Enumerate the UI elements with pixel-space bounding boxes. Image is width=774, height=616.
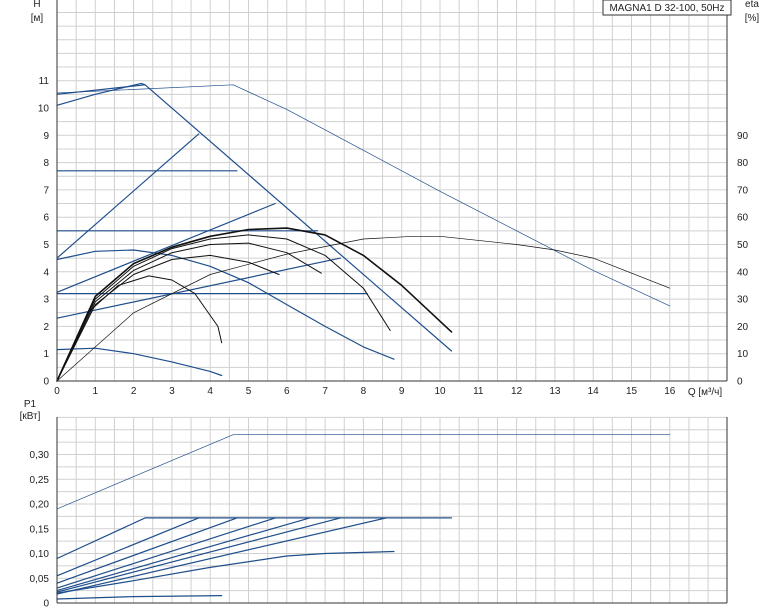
x-tick-label: 3: [169, 386, 175, 397]
y-tick-label: 5: [43, 240, 49, 251]
chart-title: MAGNA1 D 32-100, 50Hz: [609, 3, 724, 14]
x-tick-label: 13: [549, 386, 561, 397]
eta-tick-label: 30: [737, 295, 749, 306]
y-tick-label: 4: [43, 267, 49, 278]
x-tick-label: 7: [322, 386, 328, 397]
p1-tick-label: 0,05: [30, 574, 50, 585]
x-tick-label: 12: [511, 386, 523, 397]
top-y-axis-title: H: [33, 0, 40, 10]
p1-tick-label: 0,15: [30, 524, 50, 535]
top-y-axis-unit: [м]: [31, 13, 44, 24]
x-tick-label: 16: [664, 386, 676, 397]
y-tick-label: 7: [43, 185, 49, 196]
bottom-y-axis-title: P1: [24, 399, 37, 410]
p1-tick-label: 0,25: [30, 475, 50, 486]
x-tick-label: 1: [93, 386, 99, 397]
p1-tick-label: 0: [43, 599, 49, 610]
y-tick-label: 11: [39, 76, 50, 87]
bottom-y-axis-unit: [кВт]: [20, 411, 41, 422]
x-tick-label: 15: [626, 386, 638, 397]
x-tick-label: 6: [284, 386, 290, 397]
p1-tick-label: 0,30: [30, 450, 50, 461]
chart-canvas: 0 1 2 3 4 5 6 7 8 9 10 11 12 13 14 15 160123456789101101…: [0, 0, 774, 611]
y-tick-label: 10: [38, 104, 50, 115]
p1-tick-label: 0,10: [30, 549, 50, 560]
pump-performance-chart: 0 1 2 3 4 5 6 7 8 9 10 11 12 13 14 15 16 0 1 2 3 4 5 6 7 8 9 10 11 0 1…: [0, 0, 774, 611]
p1-tick-label: 0,20: [30, 500, 50, 511]
x-tick-label: 5: [246, 386, 252, 397]
eta-tick-label: 80: [737, 158, 749, 169]
eta-tick-label: 90: [737, 131, 749, 142]
x-tick-label: 14: [588, 386, 600, 397]
right-y-axis-unit: [%]: [745, 13, 760, 24]
x-tick-label: 9: [399, 386, 405, 397]
y-tick-label: 0: [43, 377, 49, 388]
y-tick-label: 6: [43, 213, 49, 224]
y-tick-label: 8: [43, 158, 49, 169]
x-tick-label: 11: [473, 386, 484, 397]
eta-tick-label: 40: [737, 267, 749, 278]
right-y-axis-title: eta: [745, 0, 759, 10]
x-tick-label: 2: [131, 386, 137, 397]
eta-tick-label: 0: [737, 377, 743, 388]
eta-tick-label: 10: [737, 349, 749, 360]
x-tick-label: 10: [434, 386, 446, 397]
eta-tick-label: 50: [737, 240, 749, 251]
x-tick-label: 8: [361, 386, 367, 397]
y-tick-label: 1: [43, 349, 49, 360]
y-tick-label: 3: [43, 295, 49, 306]
y-tick-label: 2: [43, 322, 49, 333]
x-axis-title: Q [м³/ч]: [688, 387, 723, 398]
x-tick-label: 4: [207, 386, 213, 397]
x-tick-label: 0: [54, 386, 60, 397]
eta-tick-label: 60: [737, 213, 749, 224]
y-tick-label: 9: [43, 131, 49, 142]
eta-tick-label: 20: [737, 322, 749, 333]
eta-tick-label: 70: [737, 185, 749, 196]
